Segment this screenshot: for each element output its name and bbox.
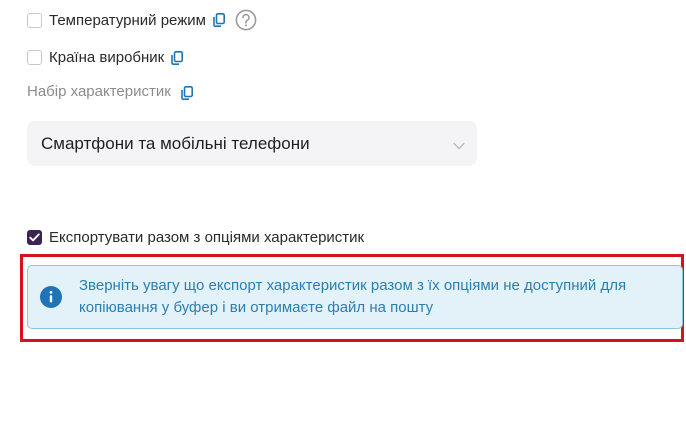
characteristics-set-select[interactable]: Смартфони та мобільні телефони	[27, 121, 477, 166]
copy-icon[interactable]	[171, 50, 184, 65]
export-with-options-checkbox[interactable]	[27, 230, 42, 245]
country-of-origin-label: Країна виробник	[49, 49, 165, 66]
copy-icon[interactable]	[180, 86, 193, 100]
temperature-mode-label: Температурний режим	[49, 11, 206, 29]
export-info-notice: Зверніть увагу що експорт характеристик …	[27, 265, 683, 329]
country-of-origin-checkbox[interactable]	[27, 50, 42, 65]
check-icon	[29, 233, 40, 242]
chevron-down-icon	[453, 137, 465, 150]
export-with-options-label: Експортувати разом з опціями характерист…	[49, 229, 365, 246]
help-icon[interactable]	[235, 9, 257, 31]
characteristics-set-label: Набір характеристик	[27, 82, 171, 100]
notice-message: Зверніть увагу що експорт характеристик …	[79, 277, 627, 316]
filter-country-of-origin[interactable]: Країна виробник	[27, 49, 184, 66]
copy-icon[interactable]	[213, 13, 225, 27]
export-settings-panel: Температурний режим Країна виробник Набі…	[0, 0, 686, 424]
filter-temperature-mode[interactable]: Температурний режим	[27, 9, 257, 31]
temperature-mode-checkbox[interactable]	[27, 12, 42, 28]
export-with-options-option[interactable]: Експортувати разом з опціями характерист…	[27, 229, 364, 246]
info-icon	[40, 286, 62, 308]
characteristics-set-value: Смартфони та мобільні телефони	[41, 133, 310, 153]
characteristics-set-title: Набір характеристик	[27, 82, 193, 100]
